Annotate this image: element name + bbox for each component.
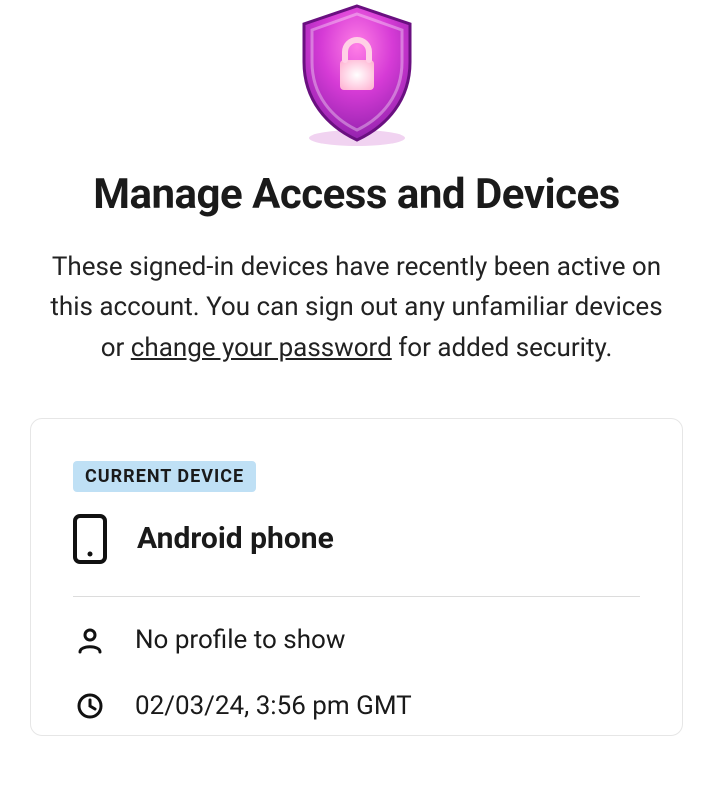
timestamp-text: 02/03/24, 3:56 pm GMT xyxy=(135,691,412,721)
device-name: Android phone xyxy=(137,521,334,556)
person-icon xyxy=(73,626,107,654)
device-card: CURRENT DEVICE Android phone No profile … xyxy=(30,418,683,736)
device-row: Android phone xyxy=(73,514,640,596)
clock-icon xyxy=(73,692,107,720)
page-title: Manage Access and Devices xyxy=(30,170,683,219)
description-after: for added security. xyxy=(392,333,613,363)
mobile-icon xyxy=(73,514,107,564)
current-device-badge: CURRENT DEVICE xyxy=(73,461,256,492)
shield-icon-wrap xyxy=(30,0,683,150)
timestamp-row: 02/03/24, 3:56 pm GMT xyxy=(73,669,640,735)
profile-text: No profile to show xyxy=(135,625,345,655)
manage-devices-page: Manage Access and Devices These signed-i… xyxy=(0,0,713,736)
change-password-link[interactable]: change your password xyxy=(131,333,392,363)
page-description: These signed-in devices have recently be… xyxy=(44,247,669,368)
profile-row: No profile to show xyxy=(73,597,640,669)
shield-lock-icon xyxy=(292,0,422,150)
